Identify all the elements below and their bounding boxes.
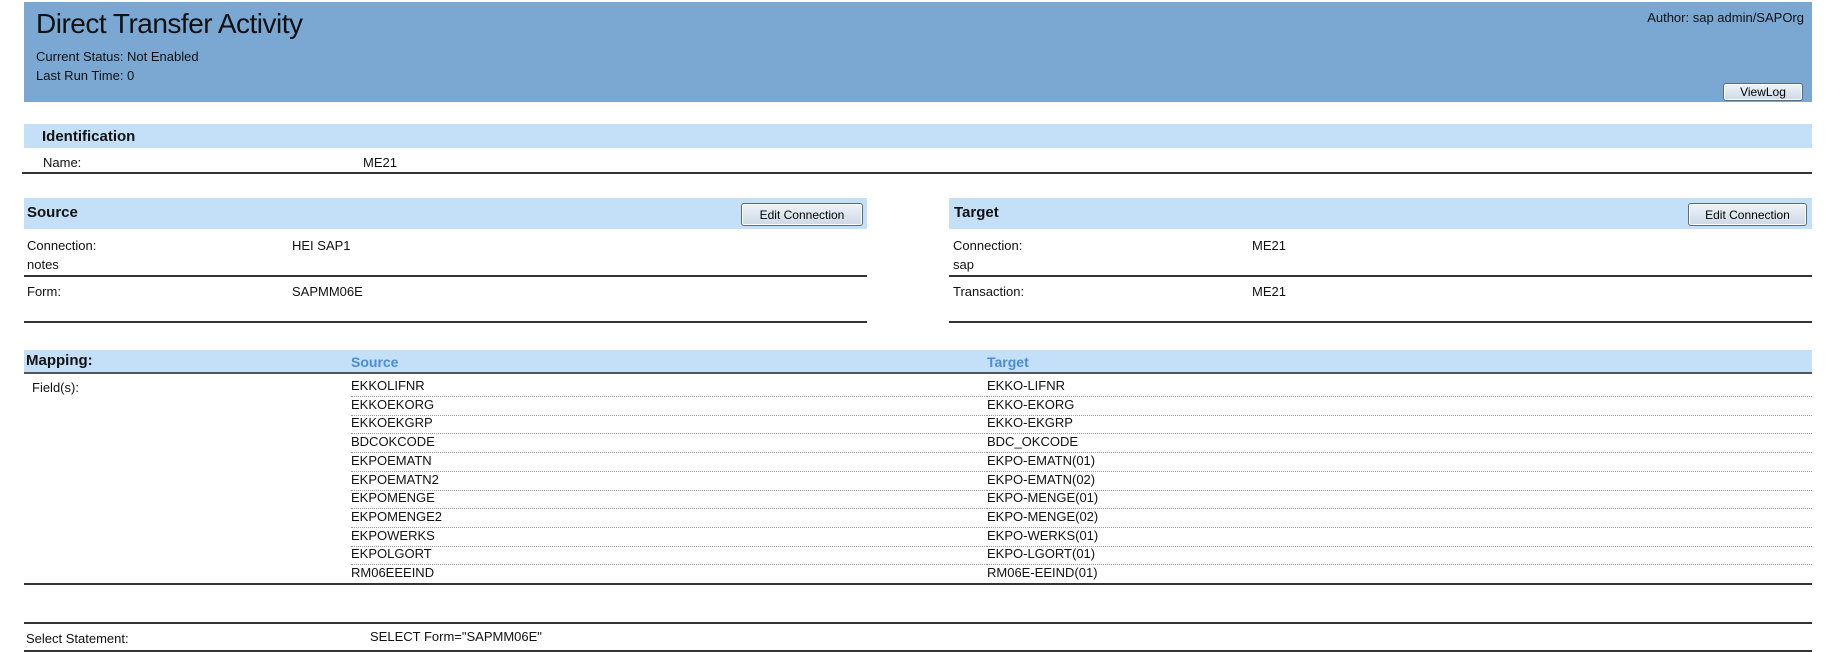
form-value: SAPMM06E [292, 284, 363, 299]
mapping-bar: Mapping: Source Target [24, 350, 1812, 374]
identification-heading: Identification [42, 128, 136, 145]
name-value: ME21 [363, 155, 397, 170]
mapping-target-field: EKKO-LIFNR [987, 378, 1812, 397]
mapping-source-field: EKKOEKORG [351, 397, 987, 416]
mapping-target-field: EKPO-MENGE(01) [987, 490, 1812, 510]
last-run-time: Last Run Time: 0 [36, 68, 135, 83]
divider [24, 622, 1812, 624]
target-bar: Target Edit Connection [949, 198, 1812, 229]
source-bar: Source Edit Connection [24, 198, 867, 229]
target-connection-label: Connection: [953, 238, 1023, 253]
source-column-header: Source [351, 354, 399, 370]
mapping-target-field: EKPO-WERKS(01) [987, 528, 1812, 547]
mapping-target-field: EKKO-EKGRP [987, 415, 1812, 435]
mapping-target-field: EKPO-LGORT(01) [987, 546, 1812, 566]
divider [949, 321, 1812, 323]
mapping-target-field: BDC_OKCODE [987, 434, 1812, 454]
mapping-source-field: EKPOMENGE [351, 490, 987, 510]
mapping-source-field: EKPOEMATN [351, 453, 987, 472]
name-label: Name: [43, 155, 82, 170]
transaction-value: ME21 [1252, 284, 1286, 299]
target-column-header: Target [987, 354, 1029, 370]
mapping-target-field: EKKO-EKORG [987, 397, 1812, 416]
transaction-label: Transaction: [953, 284, 1025, 299]
target-edit-connection-button[interactable]: Edit Connection [1688, 203, 1807, 226]
divider [22, 172, 1812, 174]
mapping-target-field: EKPO-EMATN(02) [987, 472, 1812, 491]
target-heading: Target [954, 204, 999, 221]
view-log-button[interactable]: ViewLog [1723, 83, 1803, 101]
mapping-target-field: EKPO-EMATN(01) [987, 453, 1812, 472]
identification-bar: Identification [24, 124, 1812, 148]
divider [24, 275, 867, 277]
divider [949, 275, 1812, 277]
mapping-source-field: EKKOLIFNR [351, 378, 987, 397]
source-connection-value: HEI SAP1 [292, 238, 351, 253]
mapping-source-field: EKPOWERKS [351, 528, 987, 547]
author: Author: sap admin/SAPOrg [1647, 10, 1804, 25]
mapping-source-field: EKPOEMATN2 [351, 472, 987, 491]
source-heading: Source [27, 204, 78, 221]
target-connection-type: sap [953, 257, 974, 272]
mapping-target-field: RM06E-EEIND(01) [987, 565, 1812, 584]
divider [24, 583, 1812, 585]
header-panel: Direct Transfer Activity Current Status:… [24, 2, 1812, 102]
mapping-source-field: EKPOMENGE2 [351, 509, 987, 528]
select-statement-value: SELECT Form="SAPMM06E" [370, 629, 542, 644]
mapping-heading: Mapping: [26, 352, 93, 369]
divider [24, 321, 867, 323]
source-connection-label: Connection: [27, 238, 97, 253]
select-statement-label: Select Statement: [26, 631, 129, 646]
fields-label: Field(s): [32, 380, 79, 395]
target-connection-value: ME21 [1252, 238, 1286, 253]
page-title: Direct Transfer Activity [36, 8, 303, 39]
mapping-source-field: RM06EEEIND [351, 565, 987, 584]
source-connection-type: notes [27, 257, 59, 272]
mapping-source-field: EKPOLGORT [351, 546, 987, 566]
mapping-source-field: BDCOKCODE [351, 434, 987, 454]
mapping-target-field: EKPO-MENGE(02) [987, 509, 1812, 528]
source-edit-connection-button[interactable]: Edit Connection [741, 203, 863, 226]
form-label: Form: [27, 284, 61, 299]
current-status: Current Status: Not Enabled [36, 49, 199, 64]
mapping-source-field: EKKOEKGRP [351, 415, 987, 435]
